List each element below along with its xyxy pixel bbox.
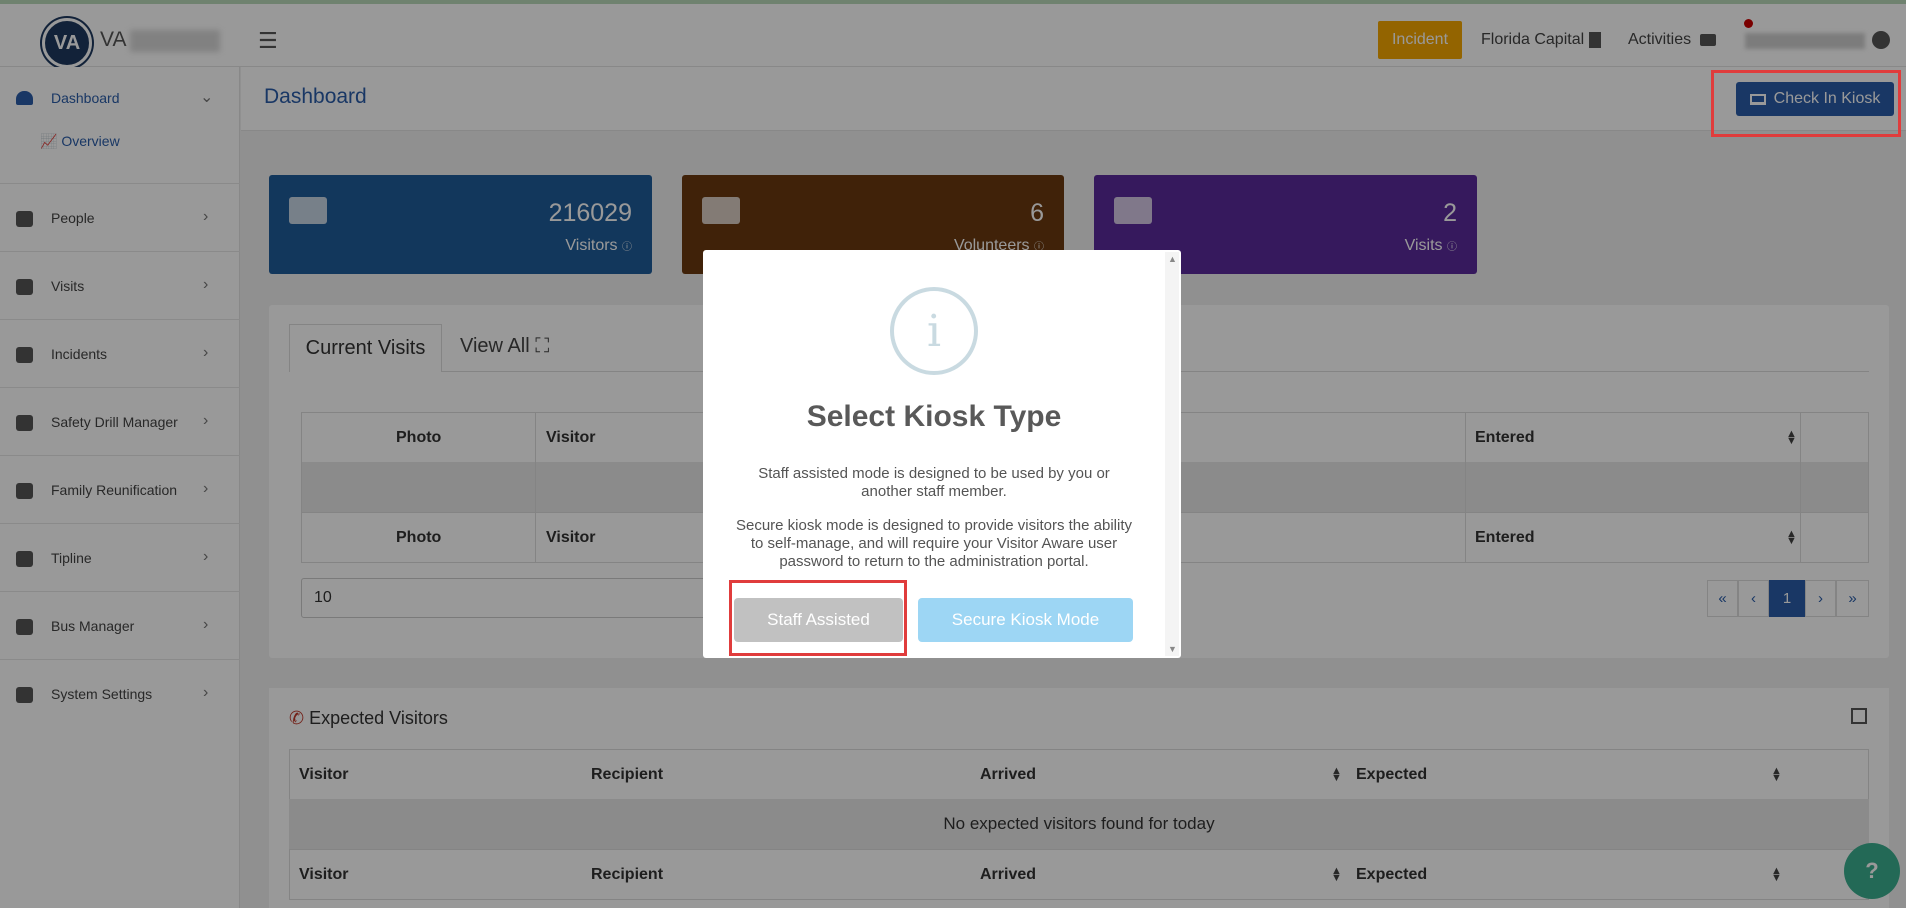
secure-kiosk-mode-button[interactable]: Secure Kiosk Mode (918, 598, 1133, 642)
modal-text-line: password to return to the administration… (779, 553, 1089, 570)
scroll-down-arrow-icon[interactable]: ▼ (1168, 644, 1177, 654)
modal-text-line: another staff member. (861, 483, 1007, 500)
highlight-box (729, 580, 907, 656)
modal-text-line: to self-manage, and will require your Vi… (750, 535, 1118, 552)
info-icon: i (890, 287, 978, 375)
scroll-up-arrow-icon[interactable]: ▲ (1168, 254, 1177, 264)
modal-title: Select Kiosk Type (806, 400, 1062, 433)
modal-text-line: Staff assisted mode is designed to be us… (758, 465, 1110, 482)
modal-scrollbar[interactable]: ▲ ▼ (1165, 252, 1179, 656)
highlight-box (1711, 70, 1901, 137)
modal-text-line: Secure kiosk mode is designed to provide… (735, 517, 1133, 534)
